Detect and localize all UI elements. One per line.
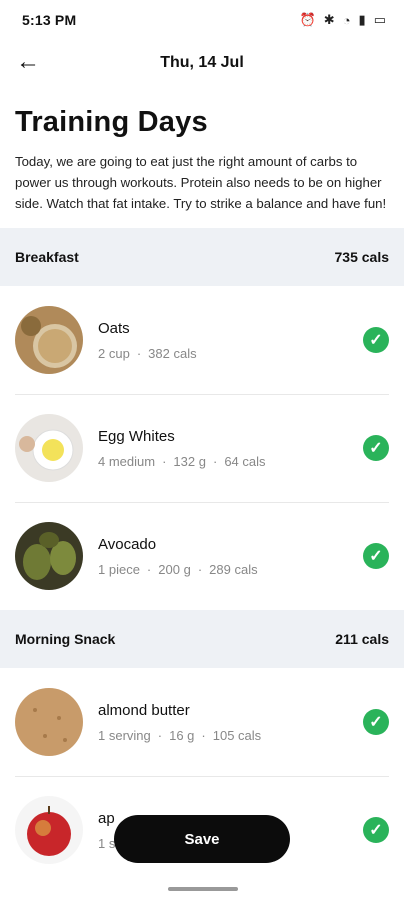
food-name: almond butter	[98, 701, 190, 719]
avocado-image	[15, 522, 83, 590]
food-item-avocado[interactable]: Avocado 1 piece · 200 g · 289 cals ✓	[0, 502, 404, 610]
food-meta: 1 serving · 16 g · 105 cals	[98, 727, 262, 743]
check-icon[interactable]: ✓	[363, 435, 389, 461]
food-name: Egg Whites	[98, 427, 175, 445]
app-bar: ← Thu, 14 Jul	[0, 40, 404, 86]
apple-image	[15, 796, 83, 864]
food-item-egg-whites[interactable]: Egg Whites 4 medium · 132 g · 64 cals ✓	[0, 394, 404, 502]
food-name: Oats	[98, 319, 130, 337]
section-morning-snack: Morning Snack 211 cals	[0, 610, 404, 668]
home-indicator	[168, 887, 238, 891]
page-title: Training Days	[15, 106, 208, 138]
food-meta: 2 cup · 382 cals	[98, 345, 197, 361]
food-meta: 1 piece · 200 g · 289 cals	[98, 561, 258, 577]
check-icon[interactable]: ✓	[363, 817, 389, 843]
status-time: 5:13 PM	[22, 12, 77, 28]
status-bar: 5:13 PM ⏰ ✱ ◔ ▮ ▭	[0, 0, 404, 40]
food-name: Avocado	[98, 535, 157, 553]
section-breakfast: Breakfast 735 cals	[0, 228, 404, 286]
status-icons: ⏰ ✱ ◔ ▮ ▭	[300, 12, 386, 28]
check-icon[interactable]: ✓	[363, 709, 389, 735]
check-icon[interactable]: ✓	[363, 543, 389, 569]
bluetooth-icon: ✱	[323, 12, 335, 27]
battery-icon: ▭	[373, 12, 386, 27]
section-cals: 735 cals	[334, 249, 390, 265]
egg-whites-image	[15, 414, 83, 482]
oats-image	[15, 306, 83, 374]
wifi-icon: ◔	[342, 12, 351, 28]
food-item-almond-butter[interactable]: almond butter 1 serving · 16 g · 105 cals ✓	[0, 668, 404, 776]
back-arrow-icon[interactable]: ←	[14, 48, 42, 76]
section-label: Breakfast	[15, 249, 79, 265]
check-icon[interactable]: ✓	[363, 327, 389, 353]
section-label: Morning Snack	[15, 631, 116, 647]
food-item-oats[interactable]: Oats 2 cup · 382 cals ✓	[0, 286, 404, 394]
food-meta: 4 medium · 132 g · 64 cals	[98, 453, 266, 469]
signal-icon: ▮	[358, 12, 366, 27]
page-description: Today, we are going to eat just the righ…	[15, 154, 387, 211]
save-button[interactable]: Save	[114, 815, 290, 863]
alarm-icon: ⏰	[299, 12, 316, 27]
section-cals: 211 cals	[335, 631, 389, 647]
almond-butter-image	[15, 688, 83, 756]
header-date: Thu, 14 Jul	[160, 54, 244, 71]
